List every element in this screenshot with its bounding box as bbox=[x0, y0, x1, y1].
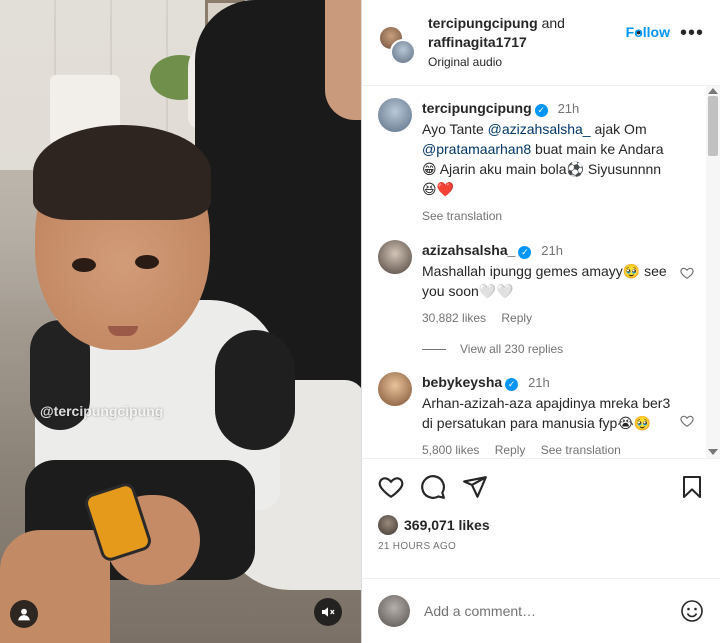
baby-eye-right bbox=[135, 255, 159, 269]
baby-sleeve-right bbox=[215, 330, 295, 450]
scroll-down-arrow-icon[interactable] bbox=[708, 449, 718, 455]
post-viewer: @tercipungcipung tercipungcipung and raf… bbox=[0, 0, 720, 643]
comment-text: Arhan-azizah-aza apajdinya mreka ber3 di… bbox=[422, 395, 671, 431]
comment-time[interactable]: 21h bbox=[528, 375, 550, 390]
audio-link[interactable]: Original audio bbox=[428, 53, 708, 72]
avatar[interactable] bbox=[378, 98, 412, 132]
comment-likes[interactable]: 5,800 likes bbox=[422, 443, 479, 457]
author-username[interactable]: tercipungcipung bbox=[428, 15, 538, 31]
caption: tercipungcipung ✓ 21h Ayo Tante @azizahsa… bbox=[378, 98, 704, 226]
add-comment-bar bbox=[362, 578, 720, 643]
verified-badge-icon: ✓ bbox=[505, 378, 519, 391]
follow-button[interactable]: Follow bbox=[626, 24, 670, 40]
likes-count[interactable]: 369,071 likes bbox=[404, 517, 490, 533]
reply-button[interactable]: Reply bbox=[495, 443, 526, 457]
avatar[interactable] bbox=[378, 240, 412, 274]
scroll-up-arrow-icon[interactable] bbox=[708, 88, 718, 94]
save-bookmark-icon[interactable] bbox=[680, 475, 704, 499]
comment-likes[interactable]: 30,882 likes bbox=[422, 311, 486, 325]
like-heart-icon[interactable] bbox=[378, 474, 404, 500]
divider bbox=[422, 348, 446, 350]
post-actions: 369,071 likes 21 HOURS AGO bbox=[362, 458, 720, 578]
tagged-users-button[interactable] bbox=[10, 600, 38, 628]
mention-link[interactable]: @azizahsalsha_ bbox=[488, 121, 591, 137]
avatar[interactable] bbox=[378, 372, 412, 406]
mute-button[interactable] bbox=[314, 598, 342, 626]
view-replies-button[interactable]: View all 230 replies bbox=[422, 342, 704, 356]
comments-list[interactable]: tercipungcipung ✓ 21h Ayo Tante @azizahsa… bbox=[362, 86, 720, 458]
likes-summary[interactable]: 369,071 likes bbox=[378, 515, 704, 535]
more-options-icon[interactable]: ••• bbox=[680, 23, 704, 43]
mother-face bbox=[325, 0, 361, 120]
post-timestamp[interactable]: 21 HOURS AGO bbox=[378, 541, 704, 552]
emoji-icon[interactable] bbox=[680, 599, 704, 623]
share-paper-plane-icon[interactable] bbox=[462, 474, 488, 500]
caption-time[interactable]: 21h bbox=[558, 101, 580, 116]
comment: azizahsalsha_ ✓ 21h Mashallah ipungg geme… bbox=[378, 240, 704, 328]
comment-input[interactable] bbox=[424, 603, 680, 619]
post-header: tercipungcipung and raffinagita1717 Orig… bbox=[362, 0, 720, 86]
like-comment-heart-icon[interactable] bbox=[680, 266, 694, 283]
collab-names: tercipungcipung and raffinagita1717 Orig… bbox=[428, 14, 708, 72]
see-translation-link[interactable]: See translation bbox=[422, 209, 502, 223]
user-icon bbox=[18, 608, 30, 621]
verified-badge-icon: ✓ bbox=[534, 104, 548, 117]
post-video[interactable]: @tercipungcipung bbox=[0, 0, 361, 643]
baby-hair bbox=[33, 125, 211, 220]
verified-badge-icon: ✓ bbox=[518, 246, 532, 259]
comment-bubble-icon[interactable] bbox=[420, 474, 446, 500]
scrollbar[interactable] bbox=[706, 86, 720, 458]
avatar bbox=[378, 515, 398, 535]
caption-username[interactable]: tercipungcipung bbox=[422, 100, 532, 116]
avatar bbox=[378, 595, 410, 627]
speaker-muted-icon bbox=[322, 607, 335, 617]
video-watermark: @tercipungcipung bbox=[40, 403, 164, 419]
see-translation-link[interactable]: See translation bbox=[541, 443, 621, 457]
comment-text: Mashallah ipungg gemes amayy🥹 see you so… bbox=[422, 263, 667, 299]
post-details-panel: tercipungcipung and raffinagita1717 Orig… bbox=[361, 0, 720, 643]
caption-text: Ayo Tante @azizahsalsha_ ajak Om @pratam… bbox=[422, 121, 664, 197]
mention-link[interactable]: @pratamaarhan8 bbox=[422, 141, 531, 157]
baby-eye-left bbox=[72, 258, 96, 272]
reply-button[interactable]: Reply bbox=[501, 311, 532, 325]
scrollbar-thumb[interactable] bbox=[708, 96, 718, 156]
like-comment-heart-icon[interactable] bbox=[680, 414, 694, 431]
comment: bebykeysha ✓ 21h Arhan-azizah-aza apajdin… bbox=[378, 372, 704, 458]
and-label: and bbox=[541, 14, 565, 31]
avatar bbox=[390, 38, 416, 65]
comment-time[interactable]: 21h bbox=[541, 243, 563, 258]
collab-avatars[interactable] bbox=[378, 21, 418, 65]
comment-username[interactable]: bebykeysha bbox=[422, 374, 502, 390]
comment-username[interactable]: azizahsalsha_ bbox=[422, 242, 515, 258]
